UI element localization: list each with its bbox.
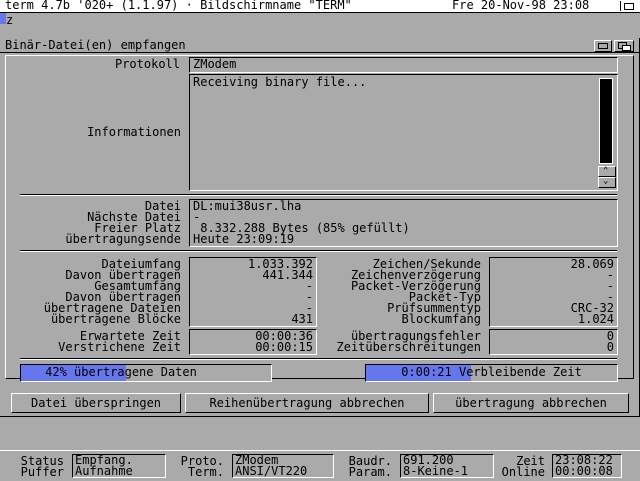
information-listview[interactable]: Receiving binary file... ⌃ ⌄ (189, 74, 618, 191)
total-transferred-value: - (305, 290, 313, 304)
abort-batch-button[interactable]: Reihenübertragung abbrechen (185, 393, 429, 413)
buffer-label: Puffer (20, 465, 64, 479)
screen-title: term 4.7b '020+ (1.1.97) · Bildschirmnam… (5, 0, 352, 12)
online-value: 00:00:08 (555, 464, 613, 478)
online-label: Online (501, 465, 545, 479)
separator-2 (20, 250, 617, 252)
protocol-field: ZModem (189, 57, 618, 73)
term-value: ANSI/VT220 (235, 464, 308, 478)
buffer-value: Aufnahme (75, 464, 133, 478)
elapsed-time-value: 00:00:15 (255, 340, 313, 354)
depth-icon (624, 3, 634, 10)
scrollbar-knob[interactable] (599, 78, 613, 164)
blocks-transferred-value: 431 (291, 312, 313, 326)
information-label: Informationen (87, 125, 181, 139)
screen-depth-gadget[interactable] (620, 1, 639, 11)
data-progress-bar: 42% übertragene Daten (20, 364, 272, 382)
term-label: Term. (187, 465, 224, 479)
arrow-up-icon: ⌃ (603, 166, 609, 176)
elapsed-time-label: Verstrichene Zeit (58, 340, 181, 354)
arrow-down-icon: ⌄ (603, 176, 609, 186)
protocol-label: Protokoll (114, 57, 180, 71)
time-progress-bar: 0:00:21 Verbleibende Zeit (365, 364, 618, 382)
stats-left-box: 1.033.392 441.344 - - - 431 (189, 257, 317, 327)
info-scrollbar[interactable]: ⌃ ⌄ (597, 76, 616, 189)
screen-title-bar: term 4.7b '020+ (1.1.97) · Bildschirmnam… (0, 0, 640, 13)
param-value: 8-Keine-1 (403, 464, 469, 478)
status-bar: Status Puffer Empfang. Aufnahme Proto. T… (0, 450, 640, 481)
time-right-values: 0 0 (606, 330, 614, 354)
separator-3 (20, 358, 617, 360)
terminal-text: z (6, 13, 14, 27)
file-value: DL:mui38usr.lha (193, 199, 302, 213)
blocks-transferred-label: übertragene Blöcke (50, 312, 181, 326)
time-left-values: 00:00:36 00:00:15 (255, 330, 313, 354)
block-size-label: Blockumfang (401, 312, 481, 326)
file-labels: Datei Nächste Datei Freier Platz übertra… (20, 200, 181, 246)
block-size-value: 1.024 (577, 312, 614, 326)
time-right-labels: übertragungsfehler Zeitüberschreitungen (318, 330, 482, 354)
total-size-value: - (305, 279, 313, 293)
screen-clock: Fre 20-Nov-98 23:08 (452, 0, 590, 12)
scroll-down-button[interactable]: ⌄ (598, 177, 616, 188)
terminal-output: z (0, 13, 640, 27)
stats-right-labels: Zeichen/Sekunde Zeichenverzögerung Packe… (318, 258, 481, 326)
time-progress-text: 0:00:21 Verbleibende Zeit (401, 365, 582, 379)
baud-labels: Baudr. Param. (336, 455, 392, 479)
stats-left-labels: Dateiumfang Davon übertragen Gesamtumfan… (20, 258, 181, 326)
stats-right-box: 28.069 - - - CRC-32 1.024 (489, 257, 618, 327)
status-values: Empfang. Aufnahme (72, 454, 166, 478)
baud-values: 691.200 8-Keine-1 (400, 454, 494, 478)
transfer-end-label: übertragungsende (65, 232, 181, 246)
abort-transfer-button[interactable]: übertragung abbrechen (433, 393, 629, 413)
time-left-box: 00:00:36 00:00:15 (189, 329, 317, 355)
timeouts-label: Zeitüberschreitungen (336, 340, 482, 354)
time-left-labels: Erwartete Zeit Verstrichene Zeit (20, 330, 181, 354)
file-info-box: DL:mui38usr.lha - 8.332.288 Bytes (85% g… (189, 199, 618, 247)
skip-file-button[interactable]: Datei überspringen (11, 393, 181, 413)
separator-1 (20, 194, 617, 196)
window-title: Binär-Datei(en) empfangen (5, 38, 186, 52)
file-transferred-value: 441.344 (262, 268, 313, 282)
zoom-icon (598, 43, 608, 49)
transfer-end-value: Heute 23:09:19 (193, 232, 295, 246)
param-label: Param. (348, 465, 392, 479)
window-depth-icon-back (622, 45, 631, 51)
window-title-bar[interactable]: Binär-Datei(en) empfangen (0, 38, 639, 53)
time-labels: Zeit Online (496, 455, 545, 479)
data-progress-text: 42% übertragene Daten (45, 365, 197, 379)
status-labels: Status Puffer (4, 455, 64, 479)
protocol-value: ZModem (193, 57, 237, 71)
time-right-box: 0 0 (489, 329, 618, 355)
file-values: DL:mui38usr.lha - 8.332.288 Bytes (85% g… (193, 199, 410, 246)
proto-labels: Proto. Term. (168, 455, 224, 479)
stats-left-values: 1.033.392 441.344 - - - 431 (248, 258, 313, 326)
transfer-window: Binär-Datei(en) empfangen Protokoll ZMod… (0, 38, 640, 417)
time-values: 23:08:22 00:00:08 (552, 454, 622, 478)
information-text: Receiving binary file... (193, 75, 367, 89)
stats-right-values: 28.069 - - - CRC-32 1.024 (571, 258, 614, 326)
depth-button[interactable] (614, 40, 634, 52)
zoom-button[interactable] (594, 40, 612, 52)
timeouts-value: 0 (606, 340, 614, 354)
proto-values: ZModem ANSI/VT220 (232, 454, 334, 478)
